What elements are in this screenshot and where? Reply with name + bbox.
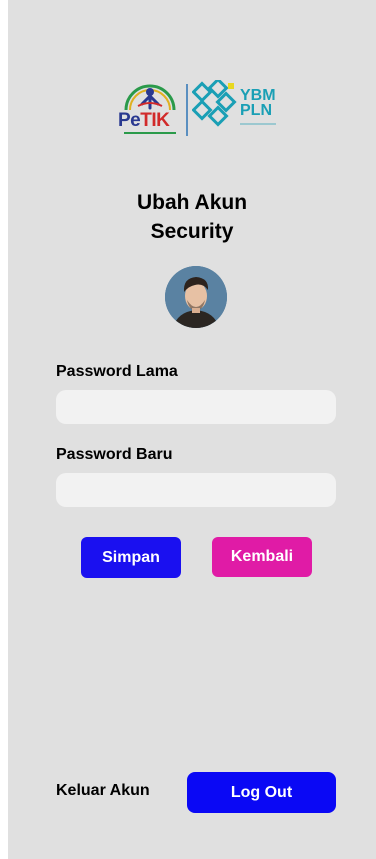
ybm-wordmark: YBM PLN xyxy=(240,87,276,119)
petik-wordmark: PeTIK xyxy=(118,110,170,131)
back-button[interactable]: Kembali xyxy=(212,537,312,577)
save-button[interactable]: Simpan xyxy=(81,537,181,578)
avatar[interactable] xyxy=(165,266,227,328)
petik-logo: PeTIK xyxy=(116,80,184,140)
security-settings-screen: PeTIK YBM PLN Ubah Akun Security Passwor… xyxy=(8,0,376,859)
profile-photo-icon xyxy=(165,266,227,328)
ybm-pln-logo: YBM PLN xyxy=(191,77,292,140)
logo-divider xyxy=(186,84,188,136)
new-password-label: Password Baru xyxy=(56,446,173,463)
old-password-label: Password Lama xyxy=(56,363,178,380)
old-password-input[interactable] xyxy=(56,390,336,424)
new-password-input[interactable] xyxy=(56,473,336,507)
ybm-tagline-graphic xyxy=(240,122,276,128)
ybm-emblem-icon xyxy=(191,77,237,127)
page-title: Ubah Akun Security xyxy=(136,191,248,243)
logout-button[interactable]: Log Out xyxy=(187,772,336,813)
logout-prompt: Keluar Akun xyxy=(56,782,150,799)
partner-logos: PeTIK YBM PLN xyxy=(116,77,292,142)
